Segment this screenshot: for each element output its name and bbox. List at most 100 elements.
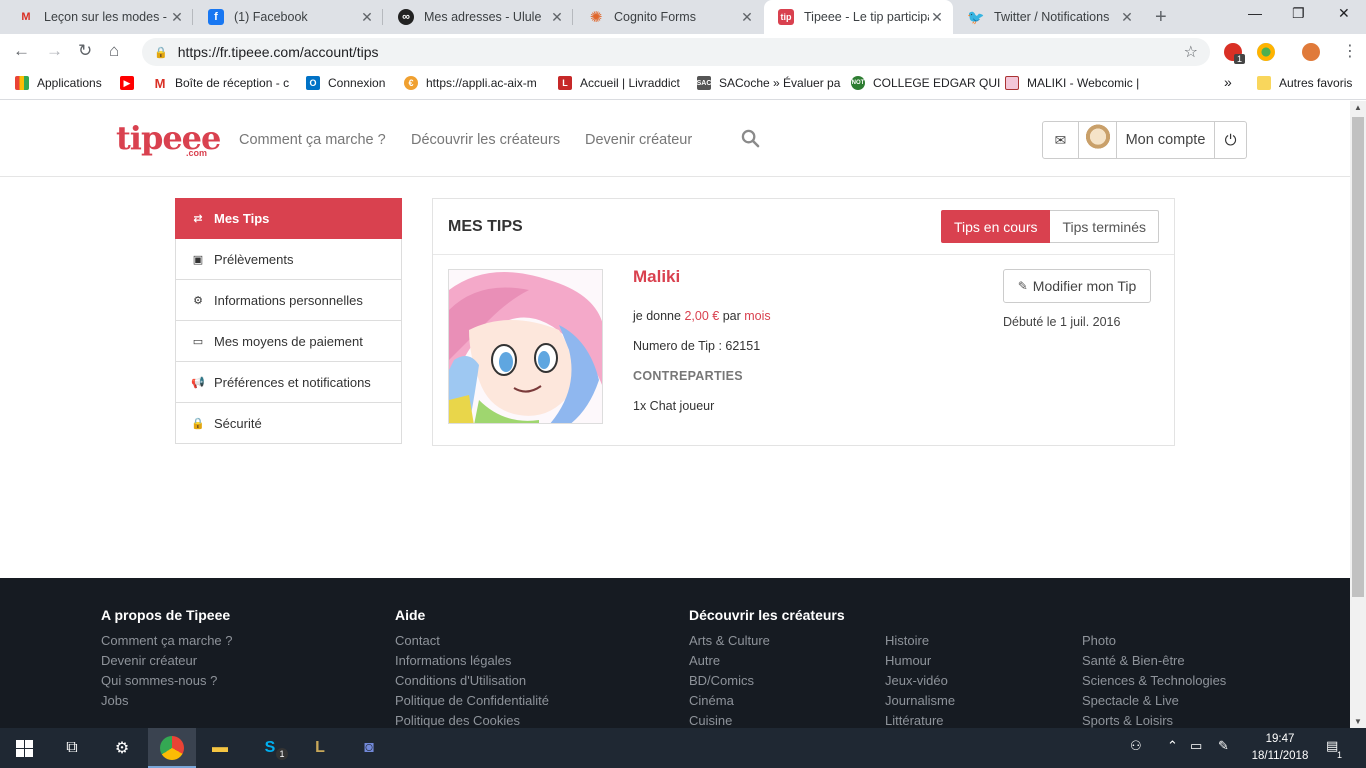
tray-expand-icon[interactable]: ⌃ — [1167, 738, 1178, 754]
nav-how-it-works[interactable]: Comment ça marche ? — [239, 132, 386, 148]
extension-icon[interactable] — [1257, 43, 1275, 61]
footer-column-help: Aide Contact Informations légales Condit… — [395, 607, 549, 728]
footer-link[interactable]: Contact — [395, 633, 549, 653]
bookmark-applications[interactable]: Applications — [15, 76, 102, 90]
battery-icon[interactable]: ▭ — [1190, 738, 1202, 754]
footer-link[interactable]: Devenir créateur — [101, 653, 233, 673]
address-bar[interactable]: 🔒 https://fr.tipeee.com/account/tips ☆ — [142, 38, 1210, 66]
pen-icon[interactable]: ✎ — [1218, 738, 1229, 754]
bookmark-appli[interactable]: € https://appli.ac-aix-m — [404, 76, 537, 90]
profile-avatar[interactable] — [1302, 43, 1320, 61]
sidebar-item-mes-tips[interactable]: ⇄ Mes Tips — [175, 198, 402, 239]
bookmark-other-folder[interactable]: Autres favoris — [1257, 76, 1352, 90]
scroll-down-icon[interactable]: ▼ — [1354, 717, 1362, 726]
close-tab-icon[interactable]: ✕ — [359, 9, 375, 26]
bookmark-sacoche[interactable]: SAC SACoche » Évaluer pa — [697, 76, 840, 90]
chrome-icon[interactable] — [160, 736, 184, 760]
browser-tab[interactable]: ✺ Cognito Forms ✕ — [574, 0, 763, 34]
creator-avatar-image[interactable] — [448, 269, 603, 424]
footer-link[interactable]: Informations légales — [395, 653, 549, 673]
footer-link[interactable]: Photo — [1082, 633, 1226, 653]
power-icon[interactable]: ⏻ — [1215, 122, 1246, 158]
close-tab-icon[interactable]: ✕ — [549, 9, 565, 26]
search-icon[interactable] — [741, 129, 760, 153]
bookmark-youtube[interactable]: ▶ — [120, 76, 142, 90]
windows-start-icon[interactable] — [12, 736, 36, 760]
footer-link[interactable]: Politique de Confidentialité — [395, 693, 549, 713]
footer-link[interactable]: Histoire — [885, 633, 955, 653]
nav-discover-creators[interactable]: Découvrir les créateurs — [411, 132, 560, 148]
footer-link[interactable]: Humour — [885, 653, 955, 673]
system-clock[interactable]: 19:47 18/11/2018 — [1250, 731, 1310, 765]
close-tab-icon[interactable]: ✕ — [169, 9, 185, 26]
footer-link[interactable]: Conditions d'Utilisation — [395, 673, 549, 693]
my-account-button[interactable]: Mon compte — [1117, 122, 1215, 158]
footer-link[interactable]: Qui sommes-nous ? — [101, 673, 233, 693]
new-tab-button[interactable]: + — [1155, 6, 1167, 29]
people-icon[interactable]: ⚇ — [1130, 738, 1142, 754]
browser-tab-active[interactable]: tip Tipeee - Le tip participa ✕ — [764, 0, 953, 34]
bookmark-maliki[interactable]: MALIKI - Webcomic | — [1005, 76, 1139, 90]
home-icon[interactable]: ⌂ — [109, 41, 119, 61]
steam-icon[interactable]: ⚙ — [110, 736, 134, 760]
close-tab-icon[interactable]: ✕ — [739, 9, 755, 26]
league-of-legends-icon[interactable]: L — [308, 736, 332, 760]
tab-tips-termines[interactable]: Tips terminés — [1050, 210, 1159, 243]
edit-tip-button[interactable]: ✎ Modifier mon Tip — [1003, 269, 1151, 303]
footer-link[interactable]: Spectacle & Live — [1082, 693, 1226, 713]
bookmark-gmail[interactable]: M Boîte de réception - c — [153, 76, 290, 91]
browser-tab[interactable]: M Leçon sur les modes - c ✕ — [4, 0, 193, 34]
footer-link[interactable]: Sciences & Technologies — [1082, 673, 1226, 693]
bookmark-star-icon[interactable]: ☆ — [1184, 42, 1198, 62]
footer-link[interactable]: Santé & Bien-être — [1082, 653, 1226, 673]
megaphone-icon: 📢 — [191, 376, 205, 389]
footer-link[interactable]: Cuisine — [689, 713, 845, 728]
browser-menu-icon[interactable]: ⋮ — [1342, 41, 1358, 61]
bookmark-college[interactable]: NOT COLLEGE EDGAR QUI — [851, 76, 1000, 90]
browser-tab[interactable]: f (1) Facebook ✕ — [194, 0, 383, 34]
scrollbar-thumb[interactable] — [1352, 117, 1364, 597]
footer-link[interactable]: Autre — [689, 653, 845, 673]
forward-icon[interactable]: → — [46, 41, 63, 61]
bookmark-connexion[interactable]: O Connexion — [306, 76, 385, 90]
discord-icon[interactable]: ◙ — [357, 736, 381, 760]
tipeee-icon: tip — [778, 9, 794, 25]
footer-link[interactable]: Jobs — [101, 693, 233, 713]
restore-icon[interactable]: ❐ — [1292, 5, 1305, 22]
sidebar-item-informations[interactable]: ⚙ Informations personnelles — [175, 280, 402, 321]
footer-link[interactable]: Sports & Loisirs — [1082, 713, 1226, 728]
sidebar-item-securite[interactable]: 🔒 Sécurité — [175, 403, 402, 444]
sidebar-item-preferences[interactable]: 📢 Préférences et notifications — [175, 362, 402, 403]
maliki-icon — [1005, 76, 1019, 90]
reload-icon[interactable]: ↻ — [78, 41, 92, 61]
footer-link[interactable]: Littérature — [885, 713, 955, 728]
task-view-icon[interactable]: ⧉ — [60, 736, 84, 760]
footer-link[interactable]: Arts & Culture — [689, 633, 845, 653]
tab-tips-en-cours[interactable]: Tips en cours — [940, 210, 1051, 243]
nav-become-creator[interactable]: Devenir créateur — [585, 132, 692, 148]
footer-link[interactable]: Jeux-vidéo — [885, 673, 955, 693]
footer-link[interactable]: Comment ça marche ? — [101, 633, 233, 653]
sidebar-item-paiement[interactable]: ▭ Mes moyens de paiement — [175, 321, 402, 362]
close-window-icon[interactable]: ✕ — [1338, 5, 1350, 22]
footer-link[interactable]: BD/Comics — [689, 673, 845, 693]
sidebar-item-prelevements[interactable]: ▣ Prélèvements — [175, 239, 402, 280]
avatar[interactable] — [1079, 122, 1117, 158]
footer-link[interactable]: Journalisme — [885, 693, 955, 713]
tip-amount: 2,00 € — [684, 309, 720, 323]
back-icon[interactable]: ← — [13, 41, 30, 61]
bookmark-livraddict[interactable]: L Accueil | Livraddict — [558, 76, 680, 90]
footer-link[interactable]: Politique des Cookies — [395, 713, 549, 728]
close-tab-icon[interactable]: ✕ — [1119, 9, 1135, 26]
file-explorer-icon[interactable]: ▬ — [208, 736, 232, 760]
browser-tab[interactable]: 🐦 Twitter / Notifications ✕ — [954, 0, 1143, 34]
envelope-icon[interactable]: ✉ — [1043, 122, 1079, 158]
minimize-icon[interactable]: — — [1248, 5, 1262, 21]
bookmarks-more-button[interactable]: » — [1224, 74, 1232, 90]
creator-name-link[interactable]: Maliki — [633, 267, 680, 287]
footer-link[interactable]: Cinéma — [689, 693, 845, 713]
close-tab-icon[interactable]: ✕ — [929, 9, 945, 26]
page-scrollbar[interactable]: ▲ ▼ — [1350, 101, 1366, 728]
scroll-up-icon[interactable]: ▲ — [1354, 103, 1362, 112]
browser-tab[interactable]: ∞ Mes adresses - Ulule ✕ — [384, 0, 573, 34]
